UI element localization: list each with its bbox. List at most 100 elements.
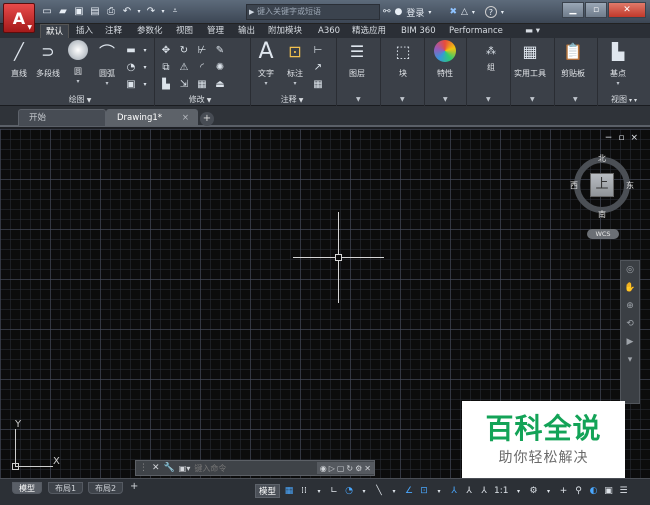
open-icon[interactable]: ▰: [56, 4, 70, 18]
region-icon[interactable]: ▣: [124, 76, 138, 93]
layers-button[interactable]: ☰ 图层: [346, 40, 368, 79]
viewport-minimize-icon[interactable]: −: [605, 133, 613, 143]
clipboard-button[interactable]: 📋 剪贴板: [561, 40, 585, 79]
add-layout-button[interactable]: +: [130, 481, 138, 492]
plus-icon[interactable]: +: [558, 484, 570, 498]
groups-button[interactable]: ⁂ 组: [480, 40, 502, 73]
saveas-icon[interactable]: ▤: [88, 4, 102, 18]
layout-tab-layout1[interactable]: 布局1: [48, 482, 84, 494]
chevron-down-icon[interactable]: ▼: [400, 96, 405, 103]
orbit-icon[interactable]: ⟲: [621, 315, 639, 333]
exchange-icon[interactable]: ✖: [449, 7, 457, 17]
tab-performance[interactable]: Performance: [444, 24, 508, 38]
refresh-icon[interactable]: ↻: [346, 464, 353, 473]
ribbon-minimize-icon[interactable]: ▬ ▾: [520, 24, 545, 38]
isolate-icon[interactable]: ⚲: [573, 484, 585, 498]
close-icon[interactable]: ✕: [152, 463, 160, 473]
polyline-button[interactable]: ⊃ 多段线: [36, 40, 60, 79]
model-space-button[interactable]: 模型: [255, 484, 281, 498]
dimension-button[interactable]: ⊡ 标注 ▾: [284, 40, 306, 88]
application-menu-button[interactable]: A ▼: [3, 3, 35, 33]
new-tab-button[interactable]: +: [200, 112, 214, 126]
chevron-down-icon[interactable]: ▼: [573, 96, 578, 103]
chevron-down-icon[interactable]: ▾: [138, 42, 152, 59]
tab-view[interactable]: 视图: [171, 24, 198, 38]
copy-icon[interactable]: ⧉: [157, 59, 175, 76]
close-button[interactable]: ✕: [608, 2, 646, 18]
fillet-icon[interactable]: ◜: [193, 59, 211, 76]
view-panel-title[interactable]: 视图 ▾ ▾: [598, 94, 650, 106]
tab-drawing1[interactable]: Drawing1* ×: [106, 109, 198, 126]
annotation-scale-value[interactable]: 1:1: [493, 484, 509, 498]
wcs-menu-button[interactable]: WCS: [587, 229, 619, 239]
isodraft-icon[interactable]: ╲: [373, 484, 385, 498]
linear-dimension-icon[interactable]: ⊢: [310, 42, 326, 59]
viewcube-top-face[interactable]: 上: [590, 173, 614, 197]
viewport-restore-icon[interactable]: ▫: [618, 133, 624, 143]
mirror-icon[interactable]: ⚠: [175, 59, 193, 76]
navbar-dropdown-icon[interactable]: ▾: [621, 351, 639, 369]
leader-icon[interactable]: ↗: [310, 59, 326, 76]
tab-insert[interactable]: 插入: [71, 24, 98, 38]
close-tab-icon[interactable]: ×: [182, 110, 189, 127]
scale-icon[interactable]: ⇲: [175, 76, 193, 93]
chevron-down-icon[interactable]: ▾: [543, 484, 555, 498]
modify-panel-title[interactable]: 修改 ▼: [170, 94, 230, 106]
hatch-icon[interactable]: ◔: [124, 59, 138, 76]
chevron-down-icon[interactable]: ▾: [313, 484, 325, 498]
compass-east[interactable]: 东: [626, 180, 634, 191]
layout-tab-model[interactable]: 模型: [12, 482, 42, 494]
text-button[interactable]: A 文字 ▾: [255, 39, 277, 88]
clean-screen-icon[interactable]: ▣: [603, 484, 615, 498]
draw-panel-title[interactable]: 绘图 ▼: [40, 94, 120, 106]
square-icon[interactable]: ▢: [337, 464, 345, 473]
compass-south[interactable]: 南: [598, 209, 606, 220]
line-button[interactable]: ╱ 直线: [8, 40, 30, 79]
chevron-down-icon[interactable]: ▾: [472, 9, 475, 16]
binoculars-icon[interactable]: ⚯: [383, 7, 391, 17]
tab-start[interactable]: 开始: [18, 109, 106, 126]
chevron-down-icon[interactable]: ▾: [433, 484, 445, 498]
tab-output[interactable]: 输出: [233, 24, 260, 38]
erase-icon[interactable]: ✎: [211, 42, 229, 59]
grid-icon[interactable]: ▦: [283, 484, 295, 498]
chevron-down-icon[interactable]: ▾: [358, 484, 370, 498]
zoom-icon[interactable]: ⊕: [621, 297, 639, 315]
minimize-button[interactable]: ▁: [562, 2, 584, 18]
rotate-icon[interactable]: ↻: [175, 42, 193, 59]
array-icon[interactable]: ▦: [193, 76, 211, 93]
circle-button[interactable]: 圆 ▾: [68, 40, 88, 85]
chevron-down-icon[interactable]: ▾: [138, 76, 152, 93]
redo-dropdown-icon[interactable]: ▾: [160, 4, 166, 18]
login-button[interactable]: 登录: [406, 6, 424, 19]
base-view-button[interactable]: ▙ 基点 ▾: [607, 40, 629, 88]
save-icon[interactable]: ▣: [72, 4, 86, 18]
new-icon[interactable]: ▭: [40, 4, 54, 18]
undo-icon[interactable]: ↶: [120, 4, 134, 18]
settings-icon[interactable]: ⚙: [355, 464, 362, 473]
chevron-down-icon[interactable]: ▼: [356, 96, 361, 103]
redo-icon[interactable]: ↷: [144, 4, 158, 18]
tab-annotate[interactable]: 注释: [100, 24, 127, 38]
chevron-down-icon[interactable]: ▾: [513, 484, 525, 498]
hardware-acceleration-icon[interactable]: ◐: [588, 484, 600, 498]
ortho-icon[interactable]: ∟: [328, 484, 340, 498]
viewcube[interactable]: 上 北 南 东 西: [570, 151, 634, 219]
stretch-icon[interactable]: ▙: [157, 76, 175, 93]
annotation-visibility-icon[interactable]: ⅄: [448, 484, 460, 498]
tab-featured-apps[interactable]: 精选应用: [347, 24, 391, 38]
explode-icon[interactable]: ✺: [211, 59, 229, 76]
maximize-button[interactable]: ▫: [585, 2, 607, 18]
block-button[interactable]: ⬚ 块: [392, 40, 414, 79]
snap-icon[interactable]: ⁞⁞: [298, 484, 310, 498]
arc-button[interactable]: ⌒ 圆弧 ▾: [96, 40, 118, 87]
wrench-icon[interactable]: 🔧: [164, 463, 175, 473]
trim-icon[interactable]: ⊬: [193, 42, 211, 59]
workspace-gear-icon[interactable]: ⚙: [528, 484, 540, 498]
annotation-scale-icon[interactable]: ⅄: [478, 484, 490, 498]
chevron-down-icon[interactable]: ▼: [443, 96, 448, 103]
command-prompt-icon[interactable]: ▣▾: [179, 464, 191, 473]
a360-icon[interactable]: △: [461, 7, 468, 17]
recent-commands-icon[interactable]: ◉: [320, 464, 327, 473]
chevron-down-icon[interactable]: ▼: [486, 96, 491, 103]
